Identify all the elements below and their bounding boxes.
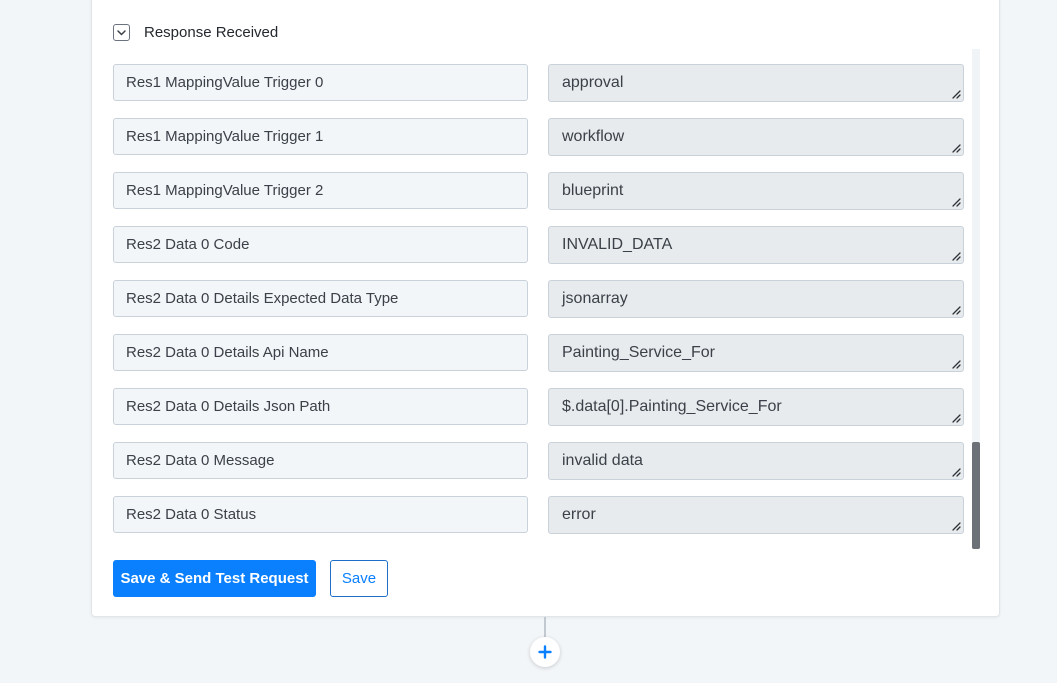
response-card: Response Received Res1 MappingValue Trig… bbox=[91, 0, 1000, 617]
plus-icon bbox=[538, 645, 552, 659]
response-row: Res2 Data 0 Message invalid data bbox=[113, 442, 964, 480]
response-value-field[interactable]: Painting_Service_For bbox=[548, 334, 964, 372]
add-step-button[interactable] bbox=[530, 637, 560, 667]
resize-grip-icon[interactable] bbox=[951, 413, 961, 423]
response-key-field[interactable]: Res2 Data 0 Details Json Path bbox=[113, 388, 528, 425]
response-value-text: workflow bbox=[562, 128, 625, 145]
response-value-text: blueprint bbox=[562, 182, 624, 199]
resize-grip-icon[interactable] bbox=[951, 143, 961, 153]
chevron-down-icon bbox=[117, 29, 126, 35]
resize-grip-icon[interactable] bbox=[951, 89, 961, 99]
response-value-text: Painting_Service_For bbox=[562, 344, 715, 361]
response-value-field[interactable]: workflow bbox=[548, 118, 964, 156]
scrollbar-thumb[interactable] bbox=[972, 442, 980, 549]
response-value-text: $.data[0].Painting_Service_For bbox=[562, 398, 782, 415]
response-row: Res2 Data 0 Status error bbox=[113, 496, 964, 534]
response-key-field[interactable]: Res2 Data 0 Details Expected Data Type bbox=[113, 280, 528, 317]
resize-grip-icon[interactable] bbox=[951, 467, 961, 477]
response-value-field[interactable]: invalid data bbox=[548, 442, 964, 480]
response-row: Res2 Data 0 Details Expected Data Type j… bbox=[113, 280, 964, 318]
response-value-field[interactable]: approval bbox=[548, 64, 964, 102]
response-key-field[interactable]: Res2 Data 0 Code bbox=[113, 226, 528, 263]
resize-grip-icon[interactable] bbox=[951, 197, 961, 207]
section-title: Response Received bbox=[144, 23, 279, 41]
response-value-text: invalid data bbox=[562, 452, 643, 469]
response-key-field[interactable]: Res2 Data 0 Details Api Name bbox=[113, 334, 528, 371]
response-key-field[interactable]: Res2 Data 0 Message bbox=[113, 442, 528, 479]
resize-grip-icon[interactable] bbox=[951, 305, 961, 315]
response-value-field[interactable]: error bbox=[548, 496, 964, 534]
response-value-text: jsonarray bbox=[562, 290, 628, 307]
resize-grip-icon[interactable] bbox=[951, 359, 961, 369]
resize-grip-icon[interactable] bbox=[951, 251, 961, 261]
scrollbar-track[interactable] bbox=[972, 49, 980, 549]
response-row: Res1 MappingValue Trigger 0 approval bbox=[113, 64, 964, 102]
section-header: Response Received bbox=[113, 23, 278, 41]
response-value-text: approval bbox=[562, 74, 624, 91]
collapse-toggle[interactable] bbox=[113, 23, 130, 41]
resize-grip-icon[interactable] bbox=[951, 521, 961, 531]
save-button[interactable]: Save bbox=[330, 560, 388, 597]
response-key-field[interactable]: Res1 MappingValue Trigger 2 bbox=[113, 172, 528, 209]
response-value-text: error bbox=[562, 506, 596, 523]
response-row: Res1 MappingValue Trigger 1 workflow bbox=[113, 118, 964, 156]
step-connector-line bbox=[544, 617, 546, 639]
response-row: Res2 Data 0 Details Json Path $.data[0].… bbox=[113, 388, 964, 426]
response-key-field[interactable]: Res1 MappingValue Trigger 0 bbox=[113, 64, 528, 101]
response-value-field[interactable]: INVALID_DATA bbox=[548, 226, 964, 264]
response-value-field[interactable]: $.data[0].Painting_Service_For bbox=[548, 388, 964, 426]
response-key-field[interactable]: Res1 MappingValue Trigger 1 bbox=[113, 118, 528, 155]
response-value-field[interactable]: blueprint bbox=[548, 172, 964, 210]
response-row: Res1 MappingValue Trigger 2 blueprint bbox=[113, 172, 964, 210]
response-row: Res2 Data 0 Code INVALID_DATA bbox=[113, 226, 964, 264]
response-value-text: INVALID_DATA bbox=[562, 236, 673, 253]
response-key-field[interactable]: Res2 Data 0 Status bbox=[113, 496, 528, 533]
response-value-field[interactable]: jsonarray bbox=[548, 280, 964, 318]
save-send-test-request-button[interactable]: Save & Send Test Request bbox=[113, 560, 316, 597]
response-row: Res2 Data 0 Details Api Name Painting_Se… bbox=[113, 334, 964, 372]
